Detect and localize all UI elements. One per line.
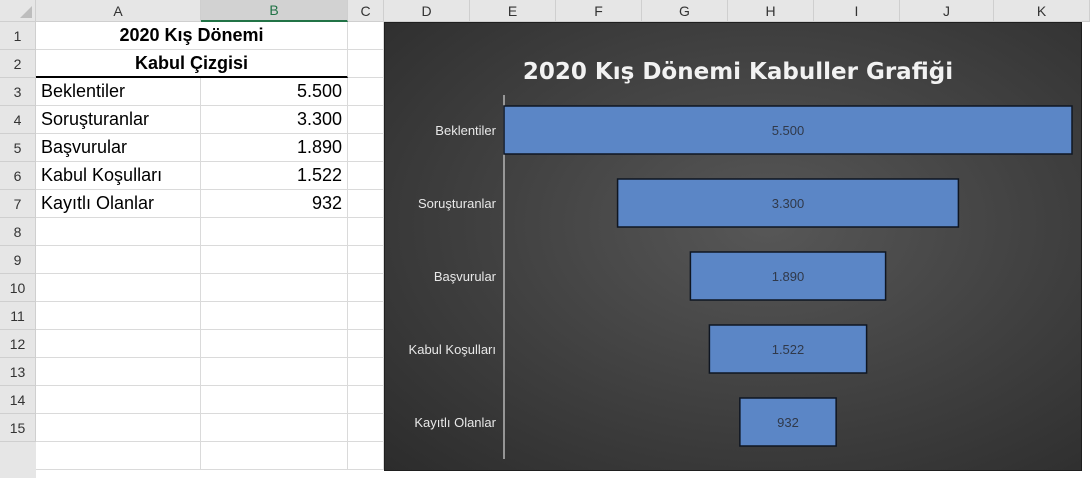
row-header-9[interactable]: 9 [0, 246, 36, 274]
row-header-6[interactable]: 6 [0, 162, 36, 190]
column-header-j[interactable]: J [900, 0, 994, 22]
empty-cell[interactable] [36, 330, 201, 358]
column-header-a[interactable]: A [36, 0, 201, 22]
cell-value[interactable]: 1.522 [201, 162, 348, 190]
empty-cell[interactable] [36, 358, 201, 386]
column-header-e[interactable]: E [470, 0, 556, 22]
empty-cell[interactable] [36, 302, 201, 330]
column-header-f[interactable]: F [556, 0, 642, 22]
column-header-k[interactable]: K [994, 0, 1090, 22]
empty-cell[interactable] [201, 218, 348, 246]
chart-title: 2020 Kış Dönemi Kabuller Grafiği [523, 59, 953, 85]
empty-cell[interactable] [36, 386, 201, 414]
row-header-1[interactable]: 1 [0, 22, 36, 50]
bar-data-label: 5.500 [772, 123, 805, 138]
cell-label[interactable]: Başvurular [36, 134, 201, 162]
empty-cell[interactable] [201, 302, 348, 330]
category-label: Soruşturanlar [418, 196, 497, 211]
empty-cell[interactable] [348, 330, 384, 358]
column-header-b[interactable]: B [201, 0, 348, 22]
empty-cell[interactable] [201, 274, 348, 302]
row-header-3[interactable]: 3 [0, 78, 36, 106]
cell-c2[interactable] [348, 50, 384, 78]
cell-a1-title[interactable]: 2020 Kış Dönemi [36, 22, 348, 50]
column-header-h[interactable]: H [728, 0, 814, 22]
select-all-corner[interactable] [0, 0, 36, 22]
cell-value[interactable]: 1.890 [201, 134, 348, 162]
cell-c1[interactable] [348, 22, 384, 50]
bars-group: 5.500 Beklentiler 3.300 Soruşturanlar 1.890 B… [409, 105, 1073, 447]
empty-cell[interactable] [201, 330, 348, 358]
empty-cell[interactable] [348, 442, 384, 470]
category-label: Başvurular [434, 269, 497, 284]
empty-cell[interactable] [348, 386, 384, 414]
empty-cell[interactable] [36, 414, 201, 442]
empty-cell[interactable] [201, 246, 348, 274]
column-header-i[interactable]: I [814, 0, 900, 22]
column-header-g[interactable]: G [642, 0, 728, 22]
cell-label[interactable]: Kayıtlı Olanlar [36, 190, 201, 218]
empty-cell[interactable] [348, 246, 384, 274]
row-header-15[interactable]: 15 [0, 414, 36, 442]
cell-a2-title[interactable]: Kabul Çizgisi [36, 50, 348, 78]
row-header-12[interactable]: 12 [0, 330, 36, 358]
row-header-2[interactable]: 2 [0, 50, 36, 78]
empty-cell[interactable] [36, 442, 201, 470]
funnel-chart[interactable]: 2020 Kış Dönemi Kabuller Grafiği 5.500 Be… [384, 22, 1082, 471]
column-header-d[interactable]: D [384, 0, 470, 22]
category-label: Kayıtlı Olanlar [414, 415, 496, 430]
empty-cell[interactable] [348, 414, 384, 442]
cell-label[interactable]: Soruşturanlar [36, 106, 201, 134]
row-header-7[interactable]: 7 [0, 190, 36, 218]
empty-cell[interactable] [348, 274, 384, 302]
cell-label[interactable]: Beklentiler [36, 78, 201, 106]
empty-cell[interactable] [201, 414, 348, 442]
row-header-10[interactable]: 10 [0, 274, 36, 302]
row-header-5[interactable]: 5 [0, 134, 36, 162]
empty-cell[interactable] [348, 302, 384, 330]
empty-cell[interactable] [348, 106, 384, 134]
cell-value[interactable]: 5.500 [201, 78, 348, 106]
empty-cell[interactable] [36, 218, 201, 246]
empty-cell[interactable] [348, 218, 384, 246]
empty-cell[interactable] [348, 358, 384, 386]
empty-cell[interactable] [201, 358, 348, 386]
bar-data-label: 3.300 [772, 196, 805, 211]
row-header-13[interactable]: 13 [0, 358, 36, 386]
row-header-14[interactable]: 14 [0, 386, 36, 414]
spreadsheet: A B C D E F G H I J K 1 2 3 4 5 6 7 8 9 … [0, 0, 1090, 478]
empty-cell[interactable] [201, 386, 348, 414]
empty-cell[interactable] [36, 246, 201, 274]
cell-value[interactable]: 932 [201, 190, 348, 218]
bar-data-label: 1.522 [772, 342, 805, 357]
chart-canvas: 2020 Kış Dönemi Kabuller Grafiği 5.500 Be… [409, 59, 1073, 459]
empty-cell[interactable] [36, 274, 201, 302]
bar-data-label: 932 [777, 415, 799, 430]
row-header-8[interactable]: 8 [0, 218, 36, 246]
empty-cell[interactable] [348, 78, 384, 106]
column-header-c[interactable]: C [348, 0, 384, 22]
category-label: Beklentiler [435, 123, 496, 138]
category-label: Kabul Koşulları [409, 342, 496, 357]
bar-data-label: 1.890 [772, 269, 805, 284]
empty-cell[interactable] [348, 162, 384, 190]
empty-cell[interactable] [201, 442, 348, 470]
row-header-11[interactable]: 11 [0, 302, 36, 330]
row-header-4[interactable]: 4 [0, 106, 36, 134]
empty-cell[interactable] [348, 190, 384, 218]
cell-value[interactable]: 3.300 [201, 106, 348, 134]
cell-label[interactable]: Kabul Koşulları [36, 162, 201, 190]
select-all-icon [20, 6, 32, 18]
empty-cell[interactable] [348, 134, 384, 162]
